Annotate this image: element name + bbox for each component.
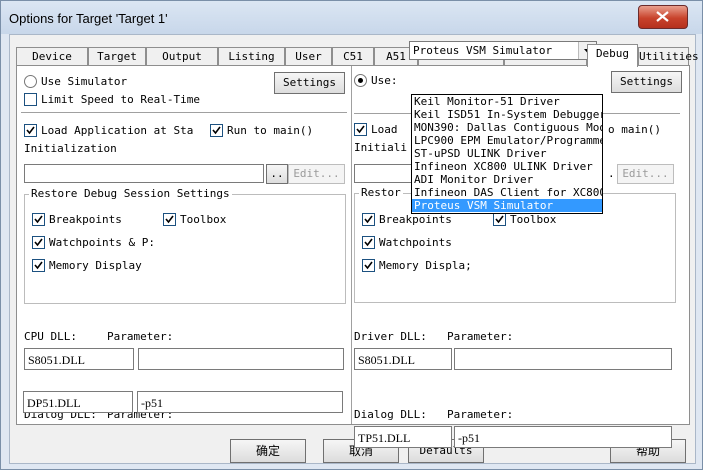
- check-icon: [165, 215, 174, 224]
- check-icon: [495, 215, 504, 224]
- ok-button[interactable]: 确定: [230, 439, 306, 463]
- tab-c51[interactable]: C51: [332, 47, 374, 66]
- use-driver-radio[interactable]: [354, 74, 367, 87]
- dropdown-option[interactable]: Keil Monitor-51 Driver: [412, 95, 602, 108]
- cpu-dll-input[interactable]: S8051.DLL: [24, 348, 134, 370]
- right-dialog-parameter-input[interactable]: -p51: [454, 426, 672, 448]
- right-run-to-main-label: o main(): [608, 123, 661, 136]
- right-restore-group-title: Restor: [359, 186, 403, 199]
- dropdown-option[interactable]: Infineon XC800 ULINK Driver: [412, 160, 602, 173]
- right-toolbox-checkbox[interactable]: [493, 213, 506, 226]
- check-icon: [212, 126, 221, 135]
- use-simulator-label: Use Simulator: [41, 75, 128, 88]
- restore-group-title: Restore Debug Session Settings: [29, 187, 232, 200]
- breakpoints-label: Breakpoints: [49, 213, 122, 226]
- right-load-application-checkbox[interactable]: [354, 123, 367, 136]
- breakpoints-checkbox[interactable]: [32, 213, 45, 226]
- dialog-parameter-input[interactable]: -p51: [137, 391, 343, 413]
- tab-user[interactable]: User: [285, 47, 332, 66]
- right-toolbox-label: Toolbox: [510, 213, 557, 226]
- check-icon: [34, 261, 43, 270]
- memory-display-label: Memory Display: [49, 259, 142, 272]
- right-watchpoints-label: Watchpoints: [379, 236, 452, 249]
- tab-debug[interactable]: Debug: [587, 44, 638, 67]
- right-memory-display-label: Memory Displa;: [379, 259, 472, 272]
- toolbox-label: Toolbox: [180, 213, 227, 226]
- restore-settings-group: [24, 194, 346, 304]
- panel-divider: [351, 66, 352, 424]
- tab-device[interactable]: Device: [16, 47, 88, 66]
- driver-dropdown-list[interactable]: Keil Monitor-51 Driver Keil ISD51 In-Syst…: [411, 94, 603, 214]
- right-dialog-dll-input[interactable]: TP51.DLL: [354, 426, 452, 448]
- tab-utilities[interactable]: Utilities: [638, 47, 699, 66]
- right-edit-button[interactable]: Edit...: [617, 164, 674, 184]
- limit-speed-label: Limit Speed to Real-Time: [41, 93, 200, 106]
- cpu-parameter-input[interactable]: [138, 348, 344, 370]
- check-icon: [26, 126, 35, 135]
- run-to-main-checkbox[interactable]: [210, 124, 223, 137]
- debug-driver-combo[interactable]: Proteus VSM Simulator: [409, 41, 597, 60]
- dropdown-option[interactable]: Keil ISD51 In-System Debugger: [412, 108, 602, 121]
- close-button[interactable]: [638, 5, 688, 29]
- limit-speed-checkbox[interactable]: [24, 93, 37, 106]
- edit-init-button[interactable]: Edit...: [288, 164, 345, 184]
- check-icon: [364, 261, 373, 270]
- dropdown-option[interactable]: Infineon DAS Client for XC800: [412, 186, 602, 199]
- toolbox-checkbox[interactable]: [163, 213, 176, 226]
- check-icon: [364, 215, 373, 224]
- right-load-application-label: Load: [371, 123, 398, 136]
- right-dialog-parameter-label: Parameter:: [447, 408, 514, 421]
- load-application-checkbox[interactable]: [24, 124, 37, 137]
- left-separator: [21, 112, 347, 113]
- tab-target[interactable]: Target: [88, 47, 146, 66]
- tab-output[interactable]: Output: [146, 47, 218, 66]
- run-to-main-label: Run to main(): [227, 124, 314, 137]
- title-bar[interactable]: Options for Target 'Target 1': [1, 1, 702, 34]
- right-initialization-label: Initiali: [354, 141, 407, 154]
- simulator-settings-button[interactable]: Settings: [274, 72, 345, 94]
- watchpoints-label: Watchpoints & P:: [49, 236, 155, 249]
- cpu-parameter-label: Parameter:: [107, 330, 174, 343]
- right-memory-display-checkbox[interactable]: [362, 259, 375, 272]
- dialog-dll-input[interactable]: DP51.DLL: [23, 391, 133, 413]
- cpu-dll-label: CPU DLL:: [24, 330, 77, 343]
- right-browse-partial[interactable]: .: [608, 167, 615, 180]
- dropdown-option[interactable]: LPC900 EPM Emulator/Programmer: [412, 134, 602, 147]
- check-icon: [34, 215, 43, 224]
- memory-display-checkbox[interactable]: [32, 259, 45, 272]
- right-breakpoints-label: Breakpoints: [379, 213, 452, 226]
- window-title: Options for Target 'Target 1': [9, 11, 168, 26]
- right-watchpoints-checkbox[interactable]: [362, 236, 375, 249]
- options-dialog: Options for Target 'Target 1' Device Targ…: [0, 0, 703, 470]
- use-driver-label: Use:: [371, 74, 398, 87]
- dropdown-option[interactable]: ST-uPSD ULINK Driver: [412, 147, 602, 160]
- check-icon: [364, 238, 373, 247]
- driver-parameter-input[interactable]: [454, 348, 672, 370]
- driver-parameter-label: Parameter:: [447, 330, 514, 343]
- tab-listing[interactable]: Listing: [218, 47, 285, 66]
- browse-init-button[interactable]: ..: [266, 164, 288, 184]
- combo-value: Proteus VSM Simulator: [413, 44, 553, 57]
- initialization-file-input[interactable]: [24, 164, 264, 183]
- driver-dll-input[interactable]: S8051.DLL: [354, 348, 452, 370]
- driver-dll-label: Driver DLL:: [354, 330, 427, 343]
- driver-settings-button[interactable]: Settings: [611, 71, 682, 93]
- dropdown-option[interactable]: Proteus VSM Simulator: [412, 199, 602, 212]
- initialization-label: Initialization: [24, 142, 117, 155]
- dropdown-option[interactable]: MON390: Dallas Contiguous Mode: [412, 121, 602, 134]
- close-icon: [656, 11, 669, 22]
- check-icon: [34, 238, 43, 247]
- load-application-label: Load Application at Sta: [41, 124, 194, 137]
- check-icon: [356, 125, 365, 134]
- right-dialog-dll-label: Dialog DLL:: [354, 408, 427, 421]
- watchpoints-checkbox[interactable]: [32, 236, 45, 249]
- right-breakpoints-checkbox[interactable]: [362, 213, 375, 226]
- dropdown-option[interactable]: ADI Monitor Driver: [412, 173, 602, 186]
- right-initialization-input[interactable]: [354, 164, 418, 183]
- use-simulator-radio[interactable]: [24, 75, 37, 88]
